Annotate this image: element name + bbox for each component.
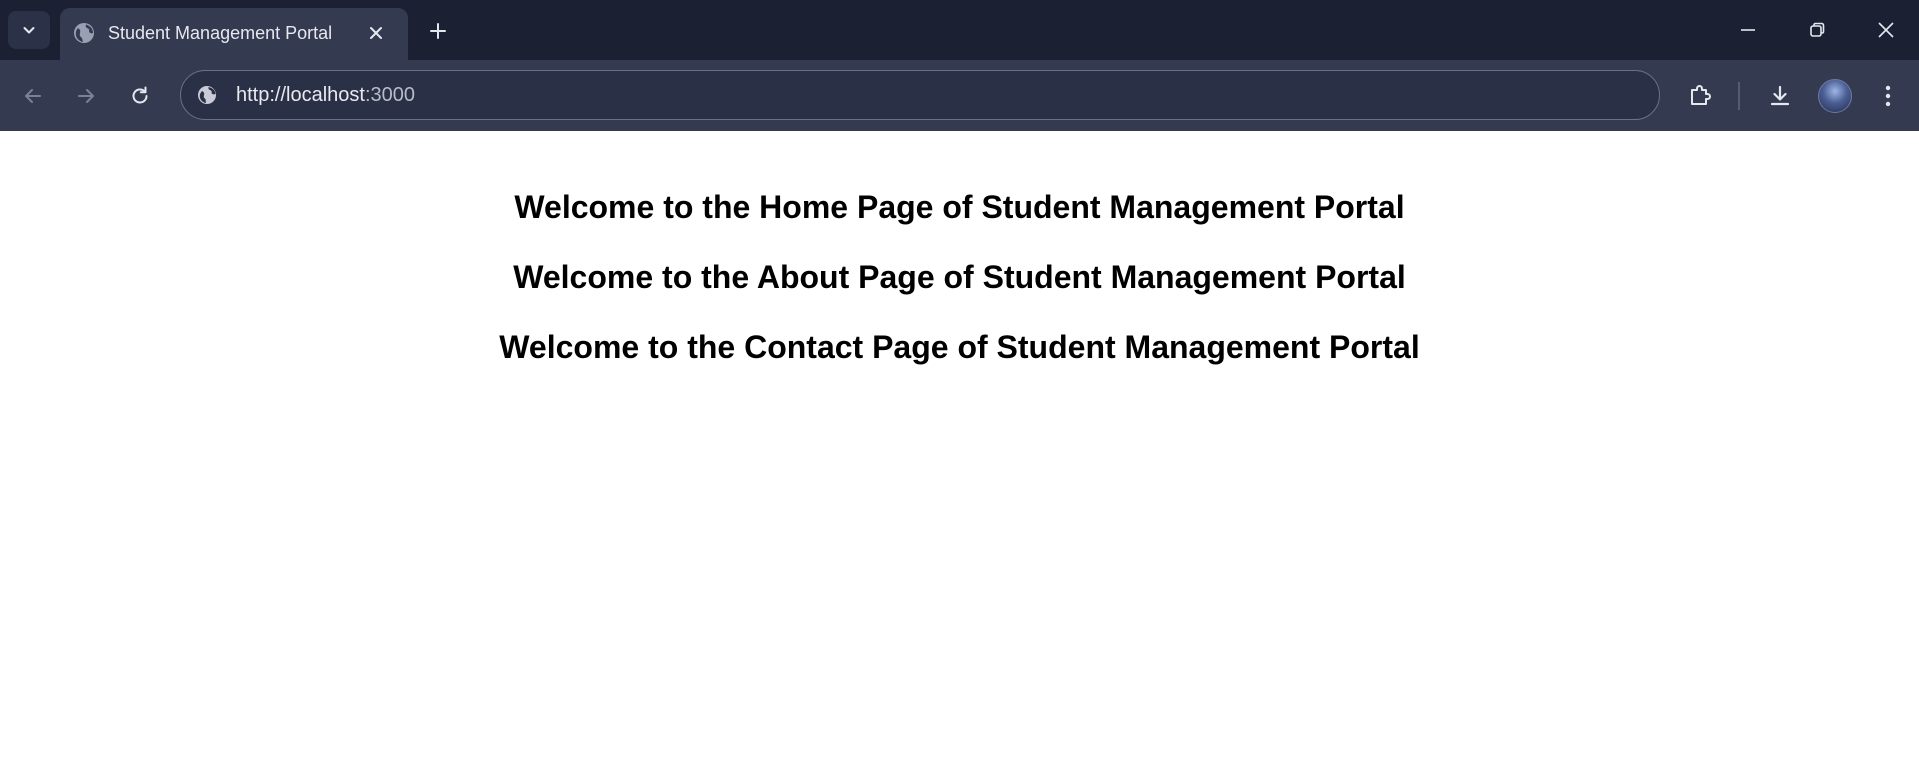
downloads-button[interactable]: [1762, 78, 1798, 114]
page-content: Welcome to the Home Page of Student Mana…: [0, 131, 1919, 761]
restore-icon: [1808, 21, 1826, 39]
close-window-button[interactable]: [1866, 12, 1906, 48]
home-heading: Welcome to the Home Page of Student Mana…: [514, 189, 1405, 225]
close-icon: [1877, 21, 1895, 39]
toolbar-separator: [1738, 82, 1740, 110]
minimize-button[interactable]: [1728, 12, 1768, 48]
plus-icon: [428, 21, 448, 41]
download-icon: [1767, 83, 1793, 109]
browser-titlebar: Student Management Portal: [0, 0, 1919, 60]
url-port: :3000: [364, 84, 416, 106]
puzzle-icon: [1687, 83, 1713, 109]
kebab-menu-icon: [1884, 84, 1892, 108]
arrow-left-icon: [22, 85, 44, 107]
tab-active[interactable]: Student Management Portal: [60, 8, 408, 60]
avatar[interactable]: [1818, 79, 1852, 113]
back-button[interactable]: [15, 78, 51, 114]
close-icon[interactable]: [364, 21, 388, 45]
minimize-icon: [1739, 21, 1757, 39]
forward-button[interactable]: [68, 78, 104, 114]
restore-button[interactable]: [1797, 12, 1837, 48]
reload-icon: [129, 85, 151, 107]
tab-title: Student Management Portal: [108, 23, 333, 43]
browser-toolbar: http://localhost:3000: [0, 60, 1919, 131]
chevron-down-icon: [21, 22, 37, 38]
new-tab-button[interactable]: [423, 16, 453, 46]
about-heading: Welcome to the About Page of Student Man…: [513, 259, 1406, 295]
contact-heading: Welcome to the Contact Page of Student M…: [499, 329, 1420, 365]
url-text[interactable]: http://localhost:3000: [236, 82, 415, 108]
address-bar[interactable]: http://localhost:3000: [180, 70, 1660, 120]
extensions-button[interactable]: [1682, 78, 1718, 114]
globe-icon: [72, 21, 96, 45]
url-host: http://localhost: [236, 84, 365, 106]
arrow-right-icon: [75, 85, 97, 107]
tab-list-button[interactable]: [8, 11, 50, 49]
reload-button[interactable]: [122, 78, 158, 114]
menu-button[interactable]: [1870, 78, 1906, 114]
site-info-icon[interactable]: [195, 83, 219, 107]
